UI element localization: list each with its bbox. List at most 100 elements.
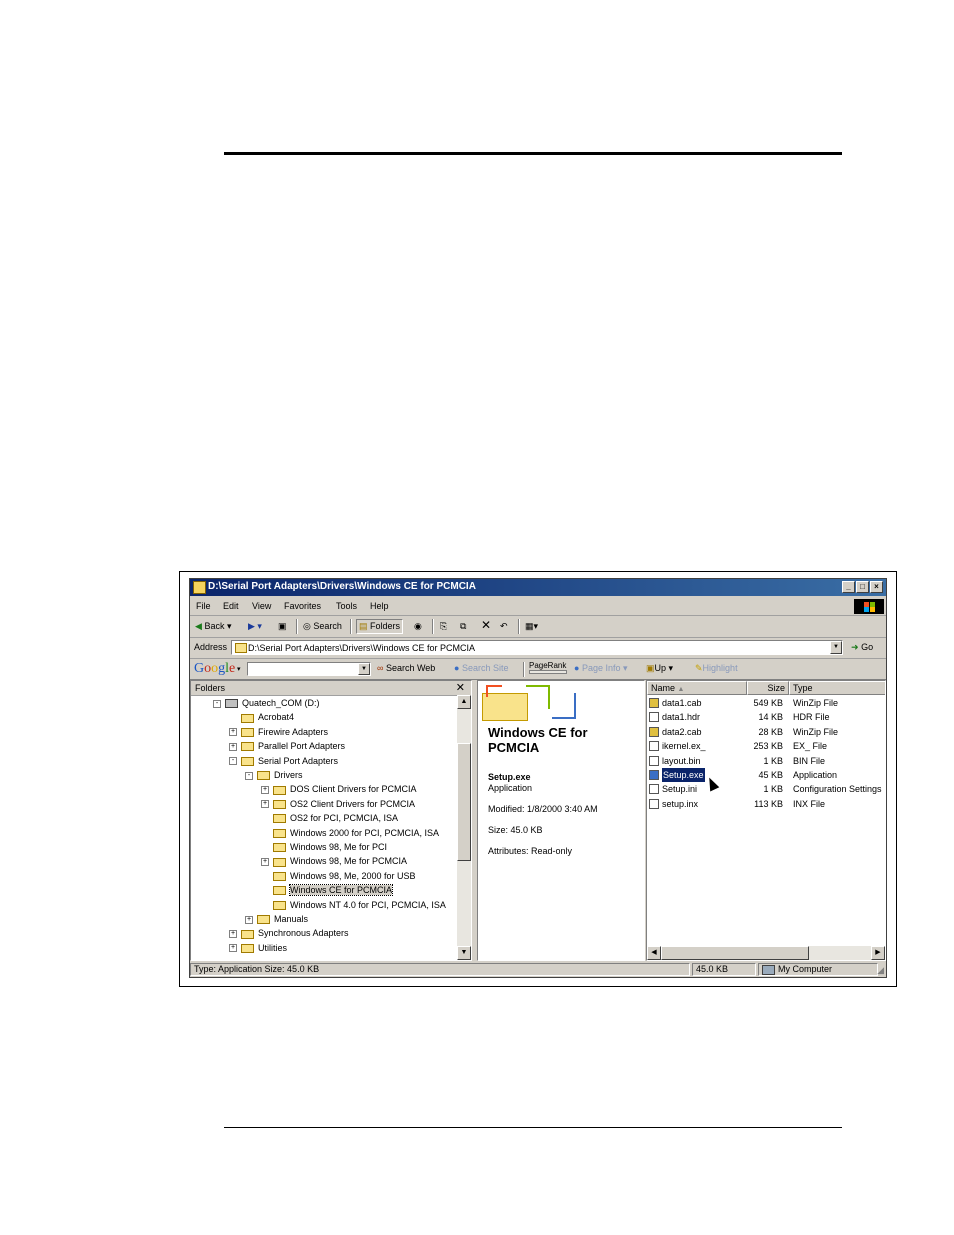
scroll-left-button[interactable]: ◀ bbox=[647, 946, 661, 960]
search-web-button[interactable]: ∞ Search Web bbox=[377, 663, 435, 673]
folder-icon bbox=[241, 943, 254, 953]
tree-item[interactable]: Windows 98, Me, 2000 for USB bbox=[261, 869, 416, 883]
title-bar[interactable]: D:\Serial Port Adapters\Drivers\Windows … bbox=[190, 579, 886, 596]
tree-item[interactable]: + Parallel Port Adapters bbox=[229, 739, 345, 753]
pagerank-bar bbox=[529, 670, 567, 674]
google-search-input[interactable]: ▼ bbox=[247, 662, 371, 676]
expand-icon[interactable]: + bbox=[261, 858, 269, 867]
google-search-dropdown[interactable]: ▼ bbox=[358, 663, 370, 675]
search-button[interactable]: ◎ Search bbox=[303, 621, 342, 632]
minimize-button[interactable]: _ bbox=[842, 581, 855, 593]
tree-item[interactable]: - Serial Port Adapters bbox=[229, 754, 338, 768]
file-row[interactable]: ikernel.ex_ 253 KB EX_ File bbox=[647, 739, 885, 753]
expand-icon[interactable]: + bbox=[245, 915, 253, 924]
file-row[interactable]: layout.bin 1 KB BIN File bbox=[647, 754, 885, 768]
page-info-button[interactable]: ● Page Info ▾ bbox=[574, 663, 628, 674]
menu-edit[interactable]: Edit bbox=[223, 601, 239, 611]
copy-to-icon[interactable]: ⧉ bbox=[460, 621, 466, 632]
folder-icon bbox=[241, 756, 254, 766]
folder-icon bbox=[257, 771, 270, 781]
highlight-button[interactable]: ✎Highlight bbox=[695, 663, 738, 674]
tree-item[interactable]: Windows 98, Me for PCI bbox=[261, 840, 387, 854]
maximize-button[interactable]: □ bbox=[856, 581, 869, 593]
address-input[interactable]: D:\Serial Port Adapters\Drivers\Windows … bbox=[231, 640, 843, 655]
resize-grip-icon[interactable]: ◢ bbox=[877, 965, 884, 976]
tree-item[interactable]: Windows NT 4.0 for PCI, PCMCIA, ISA bbox=[261, 898, 446, 912]
up-button[interactable]: ▣Up ▾ bbox=[646, 663, 673, 674]
folders-button[interactable]: ▤ Folders bbox=[356, 619, 404, 634]
file-row[interactable]: Setup.exe 45 KB Application bbox=[647, 768, 885, 782]
views-icon[interactable]: ▦▾ bbox=[525, 621, 538, 632]
file-list-horizontal-scrollbar[interactable]: ◀ ▶ bbox=[647, 946, 885, 960]
file-size: 14 KB bbox=[758, 712, 783, 723]
scroll-right-button[interactable]: ▶ bbox=[871, 946, 885, 960]
address-bar: Address D:\Serial Port Adapters\Drivers\… bbox=[190, 638, 886, 659]
tree-item[interactable]: Windows 2000 for PCI, PCMCIA, ISA bbox=[261, 826, 439, 840]
scroll-down-button[interactable]: ▼ bbox=[457, 946, 471, 960]
tree-item[interactable]: Windows CE for PCMCIA bbox=[261, 883, 394, 897]
file-row[interactable]: data1.hdr 14 KB HDR File bbox=[647, 710, 885, 724]
tree-item[interactable]: + Firewire Adapters bbox=[229, 725, 328, 739]
tree-item[interactable]: + Manuals bbox=[245, 912, 308, 926]
horizontal-scroll-thumb[interactable] bbox=[661, 946, 809, 960]
folders-vertical-scrollbar[interactable]: ▲ ▼ bbox=[457, 695, 471, 960]
close-button[interactable]: × bbox=[870, 581, 883, 593]
status-text: Type: Application Size: 45.0 KB bbox=[190, 963, 690, 976]
google-logo[interactable]: Google bbox=[194, 661, 235, 677]
file-row[interactable]: setup.inx 113 KB INX File bbox=[647, 797, 885, 811]
tree-item[interactable]: + Windows 98, Me for PCMCIA bbox=[261, 854, 407, 868]
history-icon[interactable]: ◉ bbox=[414, 621, 422, 632]
up-folder-button[interactable]: ▣ bbox=[278, 621, 287, 632]
folder-app-icon bbox=[193, 581, 206, 594]
address-dropdown[interactable]: ▼ bbox=[830, 641, 842, 654]
expand-icon[interactable]: + bbox=[229, 930, 237, 939]
pagerank-indicator[interactable]: PageRank bbox=[529, 661, 566, 670]
menu-view[interactable]: View bbox=[252, 601, 271, 611]
undo-icon[interactable]: ↶ bbox=[500, 621, 508, 632]
back-button[interactable]: ◀ Back ▾ bbox=[195, 621, 231, 632]
footer-rule bbox=[224, 1127, 842, 1128]
tree-item[interactable]: + Synchronous Adapters bbox=[229, 926, 349, 940]
google-menu-chevron-icon[interactable]: ▾ bbox=[237, 665, 241, 673]
menu-help[interactable]: Help bbox=[370, 601, 389, 611]
tree-item[interactable]: - Drivers bbox=[245, 768, 303, 782]
search-site-button[interactable]: ● Search Site bbox=[454, 663, 508, 673]
page-info-icon: ● bbox=[574, 663, 580, 673]
file-size: 28 KB bbox=[758, 726, 783, 737]
column-header-name[interactable]: Name ▲ bbox=[647, 681, 747, 695]
expand-icon[interactable]: + bbox=[229, 742, 237, 751]
folders-pane: Folders ✕ - Quatech_COM (D:) Acrobat4 + Fire… bbox=[190, 680, 472, 961]
collapse-icon[interactable]: - bbox=[213, 699, 221, 708]
scroll-thumb[interactable] bbox=[457, 743, 471, 861]
menu-tools[interactable]: Tools bbox=[336, 601, 357, 611]
standard-toolbar: ◀ Back ▾ ▶ ▾ ▣ ◎ Search ▤ Folders ◉ ⎘ ⧉ … bbox=[190, 616, 886, 638]
tree-item[interactable]: Acrobat4 bbox=[229, 710, 294, 724]
file-row[interactable]: data1.cab 549 KB WinZip File bbox=[647, 696, 885, 710]
expand-icon[interactable]: + bbox=[261, 786, 269, 795]
scroll-up-button[interactable]: ▲ bbox=[457, 695, 471, 709]
close-pane-icon[interactable]: ✕ bbox=[456, 681, 465, 694]
delete-icon[interactable]: ✕ bbox=[481, 618, 491, 632]
collapse-icon[interactable]: - bbox=[245, 771, 253, 780]
expand-icon[interactable]: + bbox=[261, 800, 269, 809]
toolbar-separator bbox=[296, 619, 298, 634]
menu-file[interactable]: File bbox=[196, 601, 211, 611]
tree-item[interactable]: - Quatech_COM (D:) bbox=[213, 696, 320, 710]
file-row[interactable]: Setup.ini 1 KB Configuration Settings bbox=[647, 782, 885, 796]
move-to-icon[interactable]: ⎘ bbox=[440, 621, 447, 632]
column-header-size[interactable]: Size bbox=[747, 681, 789, 695]
tree-item[interactable]: + DOS Client Drivers for PCMCIA bbox=[261, 782, 417, 796]
tree-item[interactable]: OS2 for PCI, PCMCIA, ISA bbox=[261, 811, 398, 825]
go-button[interactable]: ➜ Go bbox=[851, 642, 873, 653]
tree-item[interactable]: + Utilities bbox=[229, 941, 287, 955]
menu-favorites[interactable]: Favorites bbox=[284, 601, 321, 611]
expand-icon[interactable]: + bbox=[229, 728, 237, 737]
file-type: BIN File bbox=[793, 755, 826, 766]
expand-icon[interactable]: + bbox=[229, 944, 237, 953]
forward-button[interactable]: ▶ ▾ bbox=[248, 621, 262, 632]
collapse-icon[interactable]: - bbox=[229, 757, 237, 766]
column-header-type[interactable]: Type bbox=[789, 681, 885, 695]
tree-item-label: DOS Client Drivers for PCMCIA bbox=[290, 784, 417, 795]
tree-item[interactable]: + OS2 Client Drivers for PCMCIA bbox=[261, 797, 415, 811]
file-row[interactable]: data2.cab 28 KB WinZip File bbox=[647, 725, 885, 739]
